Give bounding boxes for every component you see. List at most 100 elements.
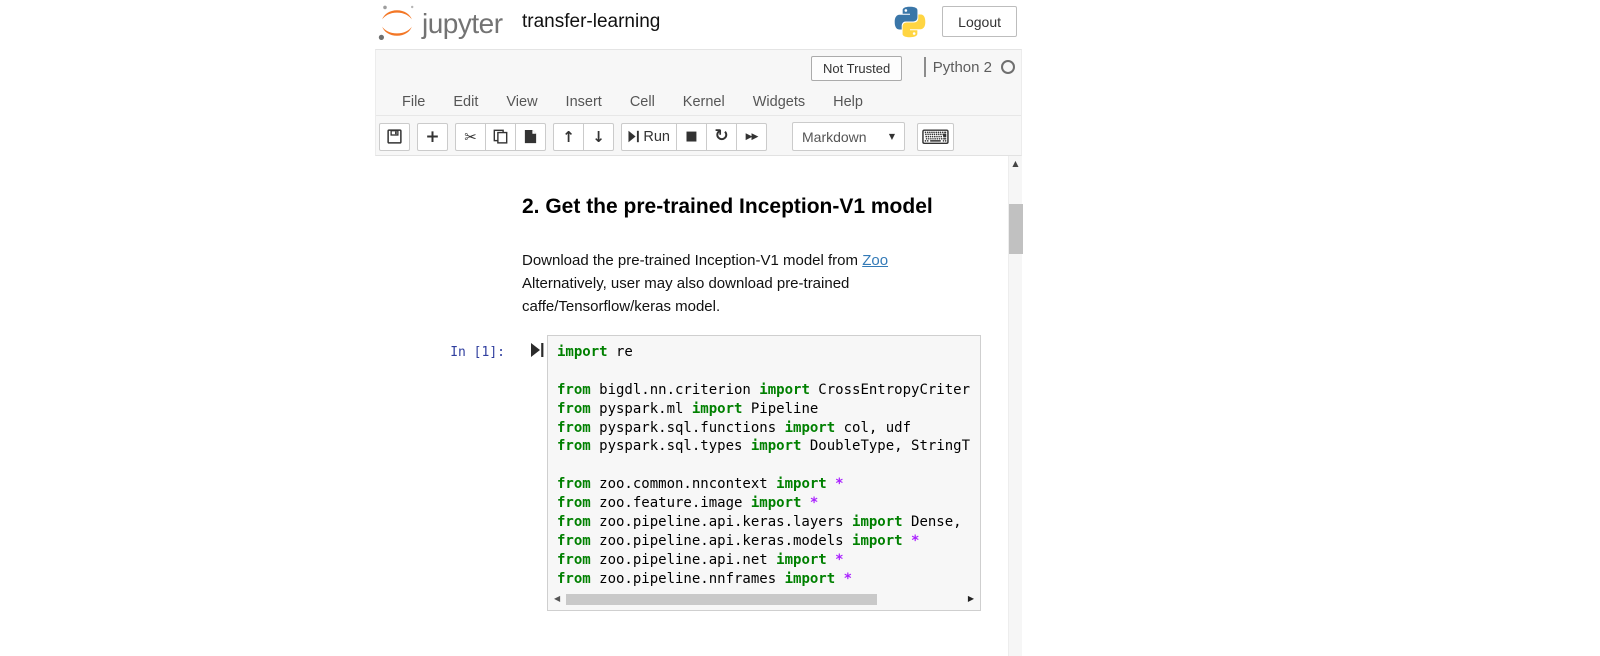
plus-icon: + bbox=[425, 127, 439, 147]
notebook-chrome: Not Trusted Python 2 FileEditViewInsertC… bbox=[375, 49, 1022, 156]
paste-cell-button[interactable] bbox=[515, 123, 546, 151]
cell-input-prompt: In [1]: bbox=[375, 345, 505, 360]
code-line: from zoo.pipeline.api.keras.models impor… bbox=[557, 532, 980, 551]
code-token: col, udf bbox=[835, 420, 911, 436]
code-line: from pyspark.ml import Pipeline bbox=[557, 400, 980, 419]
code-line: from zoo.pipeline.nnframes import * bbox=[557, 570, 980, 588]
run-this-cell-icon[interactable] bbox=[530, 342, 544, 358]
code-horizontal-scrollbar[interactable]: ◀ ▶ bbox=[552, 593, 976, 607]
code-token-kw: from bbox=[557, 514, 591, 530]
scroll-right-icon[interactable]: ▶ bbox=[968, 594, 974, 603]
kernel-idle-icon bbox=[1001, 60, 1015, 74]
code-token bbox=[801, 495, 809, 511]
horizontal-scroll-thumb[interactable] bbox=[566, 594, 877, 605]
code-token: zoo.pipeline.nnframes bbox=[591, 571, 785, 587]
code-token-kw: from bbox=[557, 552, 591, 568]
scissors-icon: ✂ bbox=[464, 128, 477, 146]
code-line: from zoo.pipeline.api.net import * bbox=[557, 551, 980, 570]
run-icon bbox=[628, 130, 639, 143]
code-token: zoo.pipeline.api.keras.layers bbox=[591, 514, 852, 530]
menu-item-file[interactable]: File bbox=[388, 88, 439, 116]
menu-item-widgets[interactable]: Widgets bbox=[739, 88, 819, 116]
move-cell-up-button[interactable]: ↑ bbox=[553, 123, 584, 151]
menu-item-insert[interactable]: Insert bbox=[552, 88, 616, 116]
code-token-kw: from bbox=[557, 476, 591, 492]
run-button-label: Run bbox=[643, 129, 670, 145]
code-token-op: * bbox=[911, 533, 919, 549]
jupyter-logo-text: jupyter bbox=[422, 8, 503, 40]
markdown-paragraph[interactable]: Download the pre-trained Inception-V1 mo… bbox=[522, 249, 981, 318]
arrow-down-icon: ↓ bbox=[592, 128, 605, 146]
code-token: pyspark.sql.functions bbox=[591, 420, 785, 436]
toolbar: + ✂ bbox=[376, 116, 1021, 157]
code-token-op: * bbox=[835, 552, 843, 568]
menu-item-edit[interactable]: Edit bbox=[439, 88, 492, 116]
code-line: from zoo.pipeline.api.keras.layers impor… bbox=[557, 513, 980, 532]
menubar: FileEditViewInsertCellKernelWidgetsHelp bbox=[376, 88, 1021, 116]
cut-cell-button[interactable]: ✂ bbox=[455, 123, 486, 151]
code-cell-row: In [1]: import re from bigdl.nn.criterio… bbox=[375, 335, 1022, 611]
notebook-area: 2. Get the pre-trained Inception-V1 mode… bbox=[375, 156, 1022, 656]
markdown-heading[interactable]: 2. Get the pre-trained Inception-V1 mode… bbox=[522, 196, 981, 218]
menu-item-help[interactable]: Help bbox=[819, 88, 877, 116]
command-palette-button[interactable]: ⌨ bbox=[917, 123, 954, 151]
code-token-kw: from bbox=[557, 533, 591, 549]
code-token-kw: from bbox=[557, 420, 591, 436]
zoo-link[interactable]: Zoo bbox=[862, 252, 888, 269]
code-token-kw: import bbox=[776, 476, 827, 492]
code-token-kw: import bbox=[759, 382, 810, 398]
code-line: from pyspark.sql.functions import col, u… bbox=[557, 419, 980, 438]
code-line bbox=[557, 362, 980, 381]
scroll-up-icon[interactable]: ▲ bbox=[1009, 159, 1022, 168]
trust-status-badge[interactable]: Not Trusted bbox=[811, 56, 902, 81]
kernel-separator bbox=[924, 57, 926, 77]
vertical-scroll-thumb[interactable] bbox=[1009, 204, 1023, 254]
copy-icon bbox=[493, 129, 508, 144]
code-token: Pipeline bbox=[742, 401, 818, 417]
code-token: re bbox=[608, 344, 633, 360]
code-token-kw: import bbox=[852, 533, 903, 549]
code-token bbox=[827, 476, 835, 492]
restart-icon: ↻ bbox=[714, 128, 728, 145]
code-token-kw: import bbox=[692, 401, 743, 417]
cell-type-select[interactable]: Markdown ▼ bbox=[792, 122, 905, 151]
menu-item-cell[interactable]: Cell bbox=[616, 88, 669, 116]
logout-button[interactable]: Logout bbox=[942, 6, 1017, 37]
scroll-left-icon[interactable]: ◀ bbox=[554, 594, 560, 603]
restart-kernel-button[interactable]: ↻ bbox=[706, 123, 737, 151]
code-token-op: * bbox=[810, 495, 818, 511]
code-token bbox=[827, 552, 835, 568]
code-token-kw: from bbox=[557, 401, 591, 417]
cell-type-value: Markdown bbox=[802, 129, 867, 145]
code-line bbox=[557, 456, 980, 475]
page-vertical-scrollbar[interactable]: ▲ bbox=[1008, 156, 1022, 656]
code-token: Dense, bbox=[903, 514, 962, 530]
menu-item-kernel[interactable]: Kernel bbox=[669, 88, 739, 116]
code-token-kw: import bbox=[852, 514, 903, 530]
move-cell-down-button[interactable]: ↓ bbox=[583, 123, 614, 151]
restart-run-all-button[interactable]: ▶▶ bbox=[736, 123, 767, 151]
notebook-title[interactable]: transfer-learning bbox=[522, 11, 660, 33]
code-line: import re bbox=[557, 343, 980, 362]
arrow-up-icon: ↑ bbox=[562, 128, 575, 146]
code-token-kw: import bbox=[776, 552, 827, 568]
code-token-kw: from bbox=[557, 495, 591, 511]
copy-cell-button[interactable] bbox=[485, 123, 516, 151]
menu-item-view[interactable]: View bbox=[492, 88, 551, 116]
code-token: pyspark.ml bbox=[591, 401, 692, 417]
jupyter-logo[interactable]: jupyter bbox=[377, 3, 503, 43]
add-cell-button[interactable]: + bbox=[417, 123, 448, 151]
stop-icon: ■ bbox=[685, 129, 697, 144]
interrupt-kernel-button[interactable]: ■ bbox=[676, 123, 707, 151]
save-button[interactable] bbox=[379, 123, 410, 151]
code-token-kw: import bbox=[557, 344, 608, 360]
code-cell-editor[interactable]: import re from bigdl.nn.criterion import… bbox=[547, 335, 981, 611]
paragraph-text-after-link: Alternatively, user may also download pr… bbox=[522, 275, 849, 315]
run-cell-button[interactable]: Run bbox=[621, 123, 677, 151]
header: jupyter transfer-learning Logout bbox=[375, 0, 1022, 49]
paragraph-text-before-link: Download the pre-trained Inception-V1 mo… bbox=[522, 252, 862, 269]
code-line: from bigdl.nn.criterion import CrossEntr… bbox=[557, 381, 980, 400]
jupyter-logo-icon bbox=[377, 3, 417, 43]
code-token: zoo.pipeline.api.net bbox=[591, 552, 776, 568]
code-token bbox=[835, 571, 843, 587]
